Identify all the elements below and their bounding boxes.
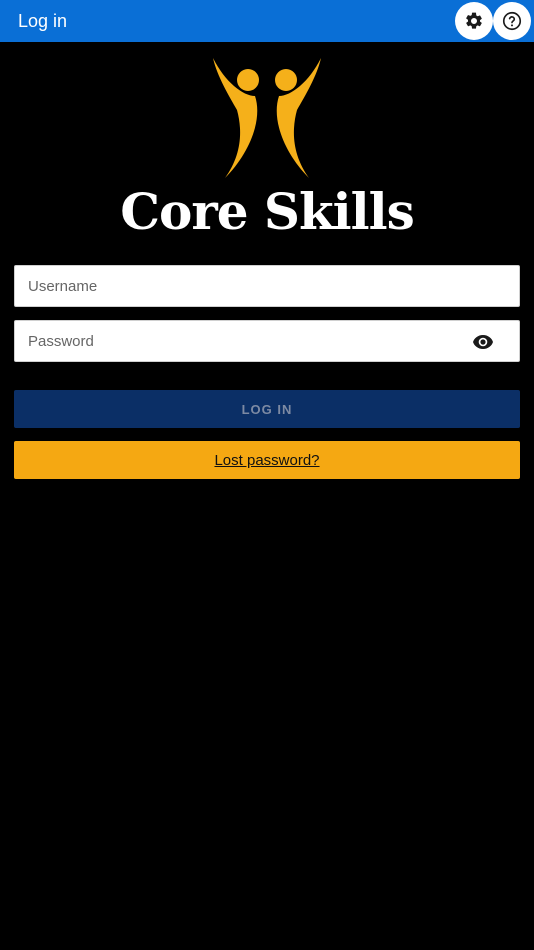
password-input[interactable] bbox=[15, 321, 519, 361]
people-logo-icon bbox=[213, 58, 321, 178]
username-input[interactable] bbox=[15, 266, 519, 306]
gear-icon bbox=[466, 12, 482, 29]
username-field-container bbox=[14, 265, 520, 307]
login-button[interactable]: LOG IN bbox=[14, 390, 520, 428]
page-title: Log in bbox=[18, 11, 68, 31]
app-header: Log in bbox=[0, 0, 534, 42]
show-password-button[interactable] bbox=[471, 331, 495, 353]
settings-button[interactable] bbox=[455, 2, 493, 40]
eye-icon bbox=[473, 335, 493, 349]
password-field-container bbox=[14, 320, 520, 362]
help-button[interactable] bbox=[493, 2, 531, 40]
question-circle-icon bbox=[502, 11, 522, 31]
login-screen: Log in Core Skills Username LOG IN Lost … bbox=[0, 0, 534, 950]
core-skills-logo: Core Skills bbox=[0, 56, 534, 240]
lost-password-button[interactable]: Lost password? bbox=[14, 441, 520, 479]
logo-wordmark: Core Skills bbox=[120, 182, 415, 241]
